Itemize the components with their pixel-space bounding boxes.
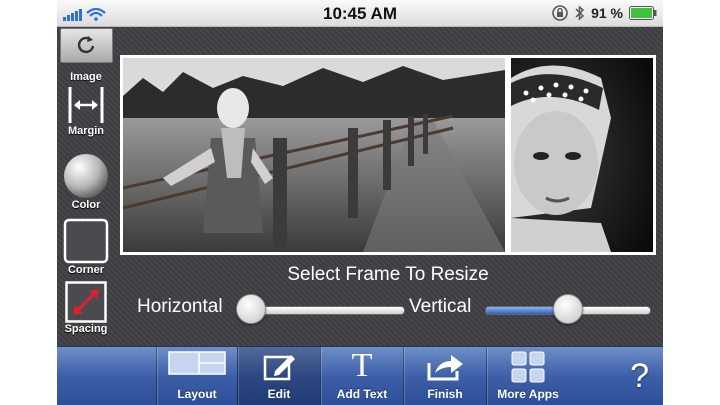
color-tool[interactable]: Color (57, 153, 115, 211)
add-text-button[interactable]: T Add Text (320, 347, 403, 405)
photo-collage (120, 55, 656, 255)
editor-area: Image Margin Color Corner Spacing Select… (57, 27, 663, 346)
color-swatch-icon (64, 154, 108, 198)
help-button[interactable]: ? (569, 347, 663, 405)
image-label: Image (70, 71, 102, 83)
share-arrow-icon (427, 355, 463, 381)
portrait-photo (511, 58, 653, 252)
finish-button[interactable]: Finish (403, 347, 486, 405)
refresh-icon (77, 36, 95, 54)
horizontal-slider-thumb[interactable] (236, 294, 267, 324)
more-apps-label: More Apps (497, 387, 559, 401)
layout-grid-icon (168, 351, 226, 375)
help-icon: ? (630, 357, 649, 395)
more-apps-button[interactable]: More Apps (486, 347, 569, 405)
spacing-arrow-icon (65, 281, 107, 323)
spacing-label: Spacing (64, 323, 108, 335)
vertical-label: Vertical (409, 296, 472, 317)
photo-frame-right[interactable] (511, 58, 653, 252)
margin-label: Margin (67, 125, 105, 137)
color-label: Color (71, 199, 101, 211)
horizontal-label: Horizontal (137, 296, 223, 317)
bluetooth-icon (575, 5, 585, 21)
layout-label: Layout (177, 387, 217, 401)
select-frame-label: Select Frame To Resize (287, 264, 489, 285)
battery-icon (629, 6, 657, 20)
margin-arrows-icon (68, 87, 104, 123)
field-fence-photo (123, 58, 505, 252)
layout-button[interactable]: Layout (156, 347, 237, 405)
edit-pencil-icon (263, 355, 295, 381)
text-t-icon: T (351, 347, 373, 384)
corner-label: Corner (67, 264, 105, 276)
status-bar: 10:45 AM 91 % (57, 0, 663, 27)
edit-button[interactable]: Edit (237, 347, 320, 405)
spacing-tool[interactable]: Spacing (57, 281, 115, 335)
rotation-lock-icon (552, 5, 568, 21)
photo-frame-left[interactable] (123, 58, 505, 252)
corner-square-icon (63, 218, 109, 264)
finish-label: Finish (427, 387, 463, 401)
vertical-slider-thumb[interactable] (553, 294, 583, 324)
edit-label: Edit (267, 387, 291, 401)
image-margin-tool[interactable]: Image Margin (57, 71, 115, 137)
corner-tool[interactable]: Corner (57, 218, 115, 276)
phone-screen: 10:45 AM 91 % Image Margin Color Corner … (57, 0, 663, 405)
apps-grid-icon (511, 351, 545, 383)
refresh-button[interactable] (60, 28, 113, 63)
battery-percent: 91 % (591, 5, 623, 21)
bottom-toolbar: Layout Edit T Add Text Finish More Apps … (57, 346, 663, 405)
add-text-label: Add Text (336, 387, 388, 401)
